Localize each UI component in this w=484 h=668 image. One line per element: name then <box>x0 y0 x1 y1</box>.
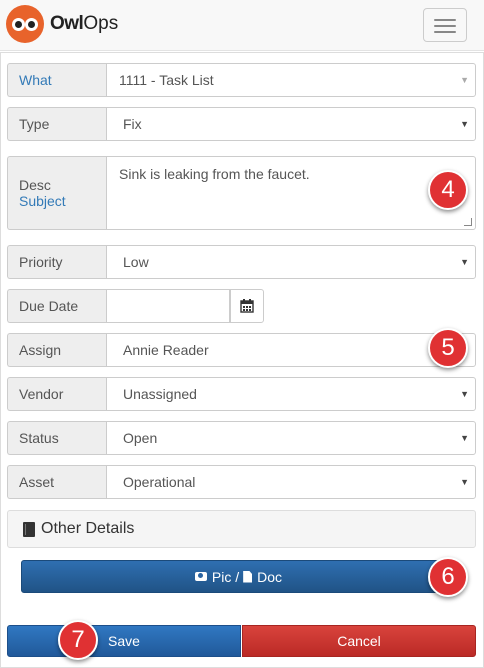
pic-label: Pic / <box>211 568 240 585</box>
type-value: Fix <box>123 116 142 132</box>
calendar-button[interactable] <box>230 289 264 323</box>
desc-label-text: Desc <box>19 177 51 193</box>
cancel-button[interactable]: Cancel <box>242 625 476 657</box>
status-value: Open <box>123 430 158 446</box>
calendar-icon <box>240 299 254 313</box>
file-icon <box>243 570 253 583</box>
priority-row: Priority Low ▼ <box>7 245 476 279</box>
caret-down-icon: ▼ <box>460 433 469 443</box>
priority-value: Low <box>123 254 149 270</box>
callout-badge: 6 <box>428 557 468 597</box>
status-row: Status Open ▼ <box>7 421 476 455</box>
priority-label: Priority <box>7 245 107 279</box>
asset-select[interactable]: Operational ▼ <box>106 465 476 499</box>
vendor-select[interactable]: Unassigned ▼ <box>106 377 476 411</box>
navbar: OwlOps <box>0 0 484 51</box>
vendor-value: Unassigned <box>123 386 197 402</box>
owl-right-eye <box>25 18 38 31</box>
asset-row: Asset Operational ▼ <box>7 465 476 499</box>
assign-row: Assign Annie Reader <box>7 333 476 367</box>
callout-badge: 5 <box>428 328 468 368</box>
type-row: Type Fix ▼ <box>7 107 476 141</box>
owl-left-eye <box>12 18 25 31</box>
callout-badge: 4 <box>428 170 468 210</box>
desc-textarea[interactable]: Sink is leaking from the faucet. <box>106 156 476 230</box>
camera-icon <box>194 572 207 581</box>
resize-grip-icon[interactable] <box>464 218 472 226</box>
what-label[interactable]: What <box>7 63 107 97</box>
save-button[interactable]: Save <box>7 625 241 657</box>
book-icon <box>23 521 35 537</box>
owl-logo[interactable] <box>6 5 44 43</box>
due-date-label: Due Date <box>7 289 107 323</box>
due-date-row: Due Date <box>7 289 476 323</box>
desc-label: Desc Subject <box>7 156 107 230</box>
type-select[interactable]: Fix ▼ <box>106 107 476 141</box>
assign-label: Assign <box>7 333 107 367</box>
what-select[interactable]: 1111 - Task List ▼ <box>106 63 476 97</box>
status-label: Status <box>7 421 107 455</box>
assign-input[interactable]: Annie Reader <box>106 333 476 367</box>
desc-row: Desc Subject Sink is leaking from the fa… <box>7 156 476 230</box>
caret-down-icon: ▼ <box>460 389 469 399</box>
asset-value: Operational <box>123 474 196 490</box>
doc-label: Doc <box>257 568 283 585</box>
caret-down-icon: ▼ <box>460 257 469 267</box>
hamburger-menu-button[interactable] <box>423 8 467 42</box>
what-value: 1111 - Task List <box>119 72 214 88</box>
due-date-input[interactable] <box>106 289 230 323</box>
vendor-row: Vendor Unassigned ▼ <box>7 377 476 411</box>
caret-down-icon: ▼ <box>460 75 469 85</box>
priority-select[interactable]: Low ▼ <box>106 245 476 279</box>
other-details-label: Other Details <box>41 520 135 537</box>
type-label: Type <box>7 107 107 141</box>
desc-value: Sink is leaking from the faucet. <box>119 166 310 182</box>
pic-doc-button[interactable]: Pic / Doc <box>21 560 456 593</box>
other-details-toggle[interactable]: Other Details <box>7 510 476 548</box>
what-row: What 1111 - Task List ▼ <box>7 63 476 97</box>
callout-badge: 7 <box>58 620 98 660</box>
caret-down-icon: ▼ <box>460 119 469 129</box>
brand-name[interactable]: OwlOps <box>50 13 118 35</box>
assign-value: Annie Reader <box>123 342 209 358</box>
vendor-label: Vendor <box>7 377 107 411</box>
subject-link[interactable]: Subject <box>19 193 66 209</box>
asset-label: Asset <box>7 465 107 499</box>
caret-down-icon: ▼ <box>460 477 469 487</box>
status-select[interactable]: Open ▼ <box>106 421 476 455</box>
